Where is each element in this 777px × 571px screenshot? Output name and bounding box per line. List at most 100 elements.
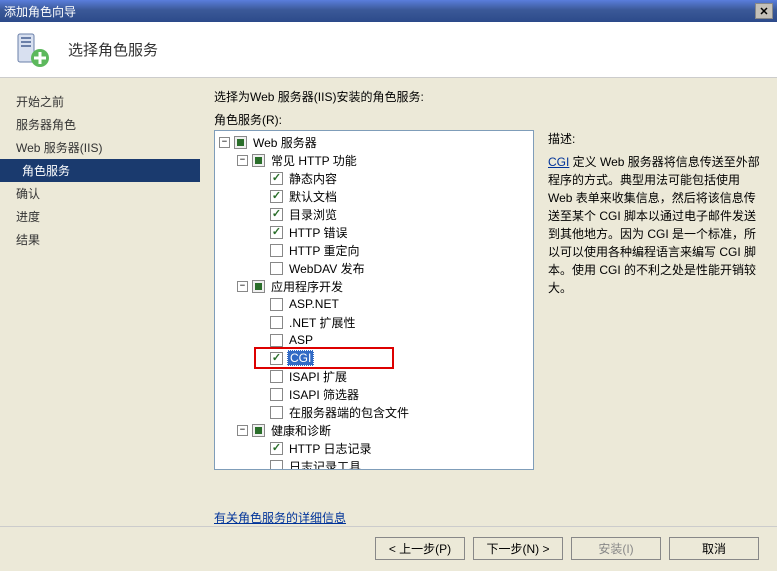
description-text: 定义 Web 服务器将信息传送至外部程序的方式。典型用法可能包括使用 Web 表… — [548, 155, 760, 295]
checkbox[interactable] — [270, 460, 283, 471]
tree-node-label[interactable]: ASP.NET — [287, 297, 341, 311]
tree-node-label[interactable]: 日志记录工具 — [287, 458, 363, 471]
content-area: 开始之前服务器角色Web 服务器(IIS)角色服务确认进度结果 选择为Web 服… — [0, 78, 777, 526]
sidebar-item-0[interactable]: 开始之前 — [0, 90, 200, 113]
tree-node-12[interactable]: CGI — [215, 349, 533, 367]
tree-node-13[interactable]: ISAPI 扩展 — [215, 367, 533, 385]
more-info-link[interactable]: 有关角色服务的详细信息 — [214, 511, 346, 525]
checkbox[interactable] — [270, 406, 283, 419]
main-panel: 选择为Web 服务器(IIS)安装的角色服务: 角色服务(R): −Web 服务… — [200, 78, 777, 526]
tree-node-label[interactable]: 默认文档 — [287, 188, 339, 205]
sidebar-item-3[interactable]: 角色服务 — [0, 159, 200, 182]
titlebar: 添加角色向导 ✕ — [0, 0, 777, 22]
tree-node-15[interactable]: 在服务器端的包含文件 — [215, 403, 533, 421]
instruction-text: 选择为Web 服务器(IIS)安装的角色服务: — [214, 88, 763, 105]
tree-node-label[interactable]: 静态内容 — [287, 170, 339, 187]
tree-node-label[interactable]: .NET 扩展性 — [287, 314, 357, 331]
server-role-icon — [12, 30, 52, 70]
checkbox[interactable] — [270, 352, 283, 365]
tree-node-10[interactable]: .NET 扩展性 — [215, 313, 533, 331]
checkbox[interactable] — [270, 388, 283, 401]
toggle-spacer — [255, 191, 266, 202]
next-button[interactable]: 下一步(N) > — [473, 537, 563, 560]
toggle-spacer — [255, 335, 266, 346]
tree-node-2[interactable]: 静态内容 — [215, 169, 533, 187]
toggle-spacer — [255, 407, 266, 418]
collapse-icon[interactable]: − — [237, 281, 248, 292]
tree-node-4[interactable]: 目录浏览 — [215, 205, 533, 223]
tree-node-6[interactable]: HTTP 重定向 — [215, 241, 533, 259]
tree-node-16[interactable]: − 健康和诊断 — [215, 421, 533, 439]
tree-node-label[interactable]: HTTP 日志记录 — [287, 440, 373, 457]
tree-node-label[interactable]: CGI — [287, 350, 314, 366]
tree-node-9[interactable]: ASP.NET — [215, 295, 533, 313]
wizard-footer: < 上一步(P) 下一步(N) > 安装(I) 取消 — [0, 526, 777, 570]
tree-node-label[interactable]: 应用程序开发 — [269, 278, 345, 295]
close-icon[interactable]: ✕ — [755, 3, 773, 19]
description-body: CGI 定义 Web 服务器将信息传送至外部程序的方式。典型用法可能包括使用 W… — [548, 153, 763, 297]
checkbox[interactable] — [252, 424, 265, 437]
collapse-icon[interactable]: − — [237, 155, 248, 166]
toggle-spacer — [255, 389, 266, 400]
tree-node-label[interactable]: WebDAV 发布 — [287, 260, 367, 277]
checkbox[interactable] — [270, 244, 283, 257]
checkbox[interactable] — [252, 280, 265, 293]
tree-node-label[interactable]: Web 服务器 — [251, 134, 319, 151]
collapse-icon[interactable]: − — [237, 425, 248, 436]
checkbox[interactable] — [270, 226, 283, 239]
cancel-button[interactable]: 取消 — [669, 537, 759, 560]
tree-node-1[interactable]: − 常见 HTTP 功能 — [215, 151, 533, 169]
checkbox[interactable] — [270, 370, 283, 383]
tree-node-label[interactable]: 在服务器端的包含文件 — [287, 404, 411, 421]
checkbox[interactable] — [234, 136, 247, 149]
tree-node-18[interactable]: 日志记录工具 — [215, 457, 533, 470]
role-services-tree[interactable]: −Web 服务器−常见 HTTP 功能静态内容默认文档目录浏览HTTP 错误HT… — [214, 130, 534, 470]
window-title: 添加角色向导 — [4, 3, 755, 20]
toggle-spacer — [255, 263, 266, 274]
toggle-spacer — [255, 371, 266, 382]
description-link[interactable]: CGI — [548, 155, 569, 169]
tree-node-3[interactable]: 默认文档 — [215, 187, 533, 205]
sidebar-item-6[interactable]: 结果 — [0, 228, 200, 251]
page-title: 选择角色服务 — [68, 39, 158, 60]
tree-node-label[interactable]: 常见 HTTP 功能 — [269, 152, 359, 169]
sidebar-item-4[interactable]: 确认 — [0, 182, 200, 205]
description-title: 描述: — [548, 130, 763, 147]
collapse-icon[interactable]: − — [219, 137, 230, 148]
checkbox[interactable] — [270, 316, 283, 329]
tree-label: 角色服务(R): — [214, 111, 763, 128]
checkbox[interactable] — [270, 262, 283, 275]
checkbox[interactable] — [252, 154, 265, 167]
tree-node-7[interactable]: WebDAV 发布 — [215, 259, 533, 277]
wizard-sidebar: 开始之前服务器角色Web 服务器(IIS)角色服务确认进度结果 — [0, 78, 200, 526]
tree-node-17[interactable]: HTTP 日志记录 — [215, 439, 533, 457]
tree-node-8[interactable]: − 应用程序开发 — [215, 277, 533, 295]
tree-node-label[interactable]: ISAPI 筛选器 — [287, 386, 361, 403]
tree-node-label[interactable]: HTTP 错误 — [287, 224, 349, 241]
tree-node-label[interactable]: ISAPI 扩展 — [287, 368, 349, 385]
sidebar-item-5[interactable]: 进度 — [0, 205, 200, 228]
sidebar-item-2[interactable]: Web 服务器(IIS) — [0, 136, 200, 159]
tree-node-0[interactable]: − Web 服务器 — [215, 133, 533, 151]
sidebar-item-1[interactable]: 服务器角色 — [0, 113, 200, 136]
toggle-spacer — [255, 461, 266, 471]
tree-node-11[interactable]: ASP — [215, 331, 533, 349]
checkbox[interactable] — [270, 442, 283, 455]
tree-node-label[interactable]: HTTP 重定向 — [287, 242, 361, 259]
toggle-spacer — [255, 209, 266, 220]
toggle-spacer — [255, 173, 266, 184]
toggle-spacer — [255, 227, 266, 238]
toggle-spacer — [255, 245, 266, 256]
tree-node-14[interactable]: ISAPI 筛选器 — [215, 385, 533, 403]
checkbox[interactable] — [270, 172, 283, 185]
prev-button[interactable]: < 上一步(P) — [375, 537, 465, 560]
checkbox[interactable] — [270, 298, 283, 311]
tree-node-label[interactable]: ASP — [287, 333, 315, 347]
tree-node-5[interactable]: HTTP 错误 — [215, 223, 533, 241]
checkbox[interactable] — [270, 208, 283, 221]
checkbox[interactable] — [270, 334, 283, 347]
tree-node-label[interactable]: 目录浏览 — [287, 206, 339, 223]
tree-node-label[interactable]: 健康和诊断 — [269, 422, 333, 439]
description-panel: 描述: CGI 定义 Web 服务器将信息传送至外部程序的方式。典型用法可能包括… — [548, 130, 763, 505]
checkbox[interactable] — [270, 190, 283, 203]
